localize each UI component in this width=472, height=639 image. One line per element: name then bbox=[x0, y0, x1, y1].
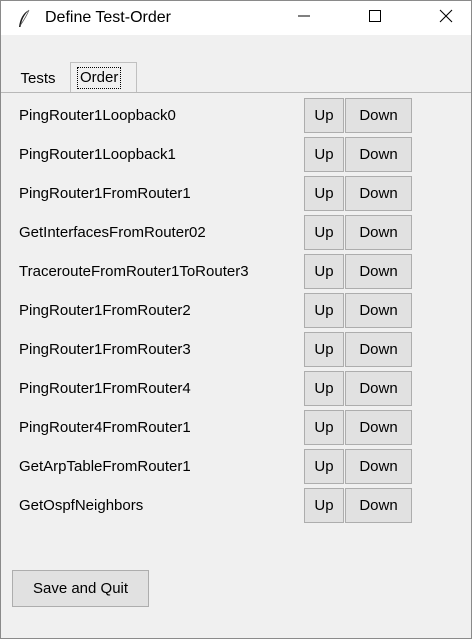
test-name: GetInterfacesFromRouter02 bbox=[19, 224, 206, 241]
list-item: PingRouter1FromRouter1 Up Down bbox=[1, 175, 471, 213]
move-up-button[interactable]: Up bbox=[304, 410, 344, 445]
move-up-button[interactable]: Up bbox=[304, 137, 344, 172]
test-name: PingRouter1FromRouter4 bbox=[19, 380, 191, 397]
move-down-button[interactable]: Down bbox=[345, 371, 412, 406]
move-up-button[interactable]: Up bbox=[304, 254, 344, 289]
list-item: PingRouter1Loopback1 Up Down bbox=[1, 136, 471, 174]
notebook-tabs: Tests Order bbox=[1, 62, 471, 93]
list-item: GetOspfNeighbors Up Down bbox=[1, 487, 471, 525]
move-up-button[interactable]: Up bbox=[304, 176, 344, 211]
move-down-button[interactable]: Down bbox=[345, 254, 412, 289]
move-up-button[interactable]: Up bbox=[304, 488, 344, 523]
feather-icon bbox=[15, 9, 33, 29]
move-down-button[interactable]: Down bbox=[345, 215, 412, 250]
save-and-quit-button[interactable]: Save and Quit bbox=[12, 570, 149, 607]
move-down-button[interactable]: Down bbox=[345, 176, 412, 211]
test-name: PingRouter4FromRouter1 bbox=[19, 419, 191, 436]
close-icon bbox=[439, 9, 453, 28]
move-down-button[interactable]: Down bbox=[345, 98, 412, 133]
test-name: GetArpTableFromRouter1 bbox=[19, 458, 191, 475]
tab-order-label: Order bbox=[77, 67, 122, 89]
test-name: PingRouter1Loopback0 bbox=[19, 107, 176, 124]
minimize-button[interactable] bbox=[280, 1, 328, 35]
move-down-button[interactable]: Down bbox=[345, 488, 412, 523]
maximize-icon bbox=[369, 9, 381, 27]
test-name: PingRouter1FromRouter2 bbox=[19, 302, 191, 319]
test-name: PingRouter1Loopback1 bbox=[19, 146, 176, 163]
title-bar[interactable]: Define Test-Order bbox=[1, 1, 471, 35]
tab-tests-label: Tests bbox=[20, 70, 56, 87]
tab-tests[interactable]: Tests bbox=[7, 65, 69, 92]
move-down-button[interactable]: Down bbox=[345, 410, 412, 445]
move-down-button[interactable]: Down bbox=[345, 293, 412, 328]
move-down-button[interactable]: Down bbox=[345, 449, 412, 484]
move-up-button[interactable]: Up bbox=[304, 215, 344, 250]
move-down-button[interactable]: Down bbox=[345, 137, 412, 172]
move-up-button[interactable]: Up bbox=[304, 332, 344, 367]
test-name: PingRouter1FromRouter1 bbox=[19, 185, 191, 202]
test-name: TracerouteFromRouter1ToRouter3 bbox=[19, 263, 249, 280]
list-item: TracerouteFromRouter1ToRouter3 Up Down bbox=[1, 253, 471, 291]
list-item: PingRouter1FromRouter4 Up Down bbox=[1, 370, 471, 408]
move-up-button[interactable]: Up bbox=[304, 98, 344, 133]
tab-order[interactable]: Order bbox=[70, 62, 137, 93]
list-item: PingRouter1FromRouter2 Up Down bbox=[1, 292, 471, 330]
maximize-button[interactable] bbox=[351, 1, 399, 35]
move-up-button[interactable]: Up bbox=[304, 371, 344, 406]
close-button[interactable] bbox=[422, 1, 470, 35]
tab-divider bbox=[1, 92, 471, 93]
move-up-button[interactable]: Up bbox=[304, 293, 344, 328]
list-item: PingRouter4FromRouter1 Up Down bbox=[1, 409, 471, 447]
move-up-button[interactable]: Up bbox=[304, 449, 344, 484]
list-item: PingRouter1FromRouter3 Up Down bbox=[1, 331, 471, 369]
test-name: GetOspfNeighbors bbox=[19, 497, 144, 514]
window-title: Define Test-Order bbox=[45, 9, 171, 26]
move-down-button[interactable]: Down bbox=[345, 332, 412, 367]
list-item: PingRouter1Loopback0 Up Down bbox=[1, 97, 471, 135]
minimize-icon bbox=[298, 9, 310, 27]
list-item: GetInterfacesFromRouter02 Up Down bbox=[1, 214, 471, 252]
list-item: GetArpTableFromRouter1 Up Down bbox=[1, 448, 471, 486]
app-window: Define Test-Order Tests Order PingRouter bbox=[0, 0, 472, 639]
test-name: PingRouter1FromRouter3 bbox=[19, 341, 191, 358]
